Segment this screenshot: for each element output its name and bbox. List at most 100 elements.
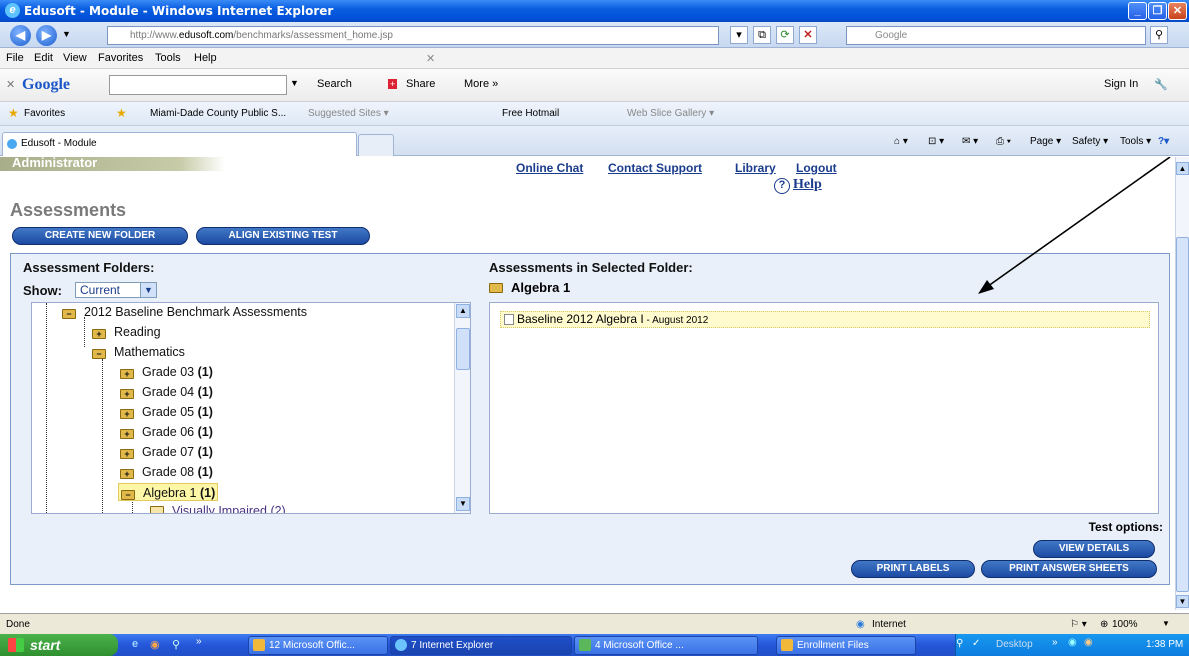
scroll-thumb[interactable]	[456, 328, 470, 370]
compatibility-icon[interactable]: ⧉	[753, 26, 771, 44]
back-button[interactable]: ◀	[10, 25, 31, 46]
tree-item-label: Algebra 1	[143, 486, 200, 500]
tree-item[interactable]: −2012 Baseline Benchmark Assessments	[62, 303, 307, 321]
forward-button[interactable]: ▶	[36, 25, 57, 46]
tree-item[interactable]: + Reading	[92, 323, 161, 341]
safety-menu[interactable]: Safety ▾	[1072, 136, 1108, 147]
zoom-dropdown-icon[interactable]: ▼	[1162, 619, 1170, 628]
google-sign-in[interactable]: Sign In	[1104, 78, 1138, 90]
tree-item[interactable]: + Grade 08 (1)	[120, 463, 213, 481]
tab-label: Edusoft - Module	[21, 138, 97, 149]
contact-support-link[interactable]: Contact Support	[608, 161, 702, 175]
fav-miami-dade[interactable]: Miami-Dade County Public S...	[150, 108, 286, 119]
create-new-folder-button[interactable]: CREATE NEW FOLDER	[12, 227, 188, 245]
tree-item[interactable]: + Grade 04 (1)	[120, 383, 213, 401]
folder-tree[interactable]: −2012 Baseline Benchmark Assessments + Re…	[31, 302, 471, 514]
menu-edit[interactable]: Edit	[34, 52, 53, 64]
fav-free-hotmail[interactable]: Free Hotmail	[502, 108, 559, 119]
task-microsoft-office[interactable]: 12 Microsoft Offic...	[248, 636, 388, 655]
print-icon[interactable]: ⎙ ▾	[996, 136, 1011, 147]
align-existing-test-button[interactable]: ALIGN EXISTING TEST	[196, 227, 370, 245]
page-scrollbar[interactable]: ▲ ▼	[1175, 157, 1189, 610]
fav-web-slice-gallery[interactable]: Web Slice Gallery ▾	[627, 108, 714, 119]
close-toolbar-icon[interactable]: ✕	[426, 52, 435, 65]
list-item[interactable]: Baseline 2012 Algebra I - August 2012	[500, 311, 1150, 328]
folder-expand-icon: +	[120, 409, 134, 419]
stop-button[interactable]: ✕	[799, 26, 817, 44]
protected-mode-icon[interactable]: ⚐ ▾	[1070, 619, 1087, 630]
favorites-button[interactable]: Favorites	[24, 108, 65, 119]
quicklaunch-more-icon[interactable]: »	[196, 636, 202, 647]
google-search-button[interactable]: Search	[317, 78, 352, 90]
maximize-button[interactable]: ❐	[1148, 2, 1167, 20]
window-title-bar[interactable]: e Edusoft - Module - Windows Internet Ex…	[0, 0, 1189, 22]
add-favorite-icon[interactable]: ★	[116, 106, 127, 120]
task-enrollment-files[interactable]: Enrollment Files	[776, 636, 916, 655]
start-button[interactable]: start	[0, 634, 118, 656]
tree-item[interactable]: + Grade 07 (1)	[120, 443, 213, 461]
task-microsoft-office-2[interactable]: 4 Microsoft Office ...	[574, 636, 758, 655]
mail-icon[interactable]: ✉ ▾	[962, 136, 978, 147]
menu-tools[interactable]: Tools	[155, 52, 181, 64]
new-tab-button[interactable]	[358, 134, 394, 156]
wrench-icon[interactable]: 🔧	[1154, 78, 1168, 91]
tray-expand-icon[interactable]: »	[1052, 637, 1058, 648]
feeds-icon[interactable]: ⊡ ▾	[928, 136, 944, 147]
tray-app-icon-2[interactable]: ◉	[1084, 637, 1093, 648]
scroll-up-icon[interactable]: ▲	[456, 304, 470, 318]
zoom-level[interactable]: 100%	[1112, 619, 1138, 630]
view-details-button[interactable]: VIEW DETAILS	[1033, 540, 1155, 558]
help-icon[interactable]: ?▾	[1158, 136, 1169, 147]
tools-menu[interactable]: Tools ▾	[1120, 136, 1151, 147]
search-box[interactable]: Google	[846, 26, 1146, 45]
page-scroll-down-icon[interactable]: ▼	[1176, 595, 1189, 608]
tree-item[interactable]: Visually Impaired (2)	[150, 502, 286, 513]
library-link[interactable]: Library	[735, 161, 776, 175]
url-input[interactable]: http://www.edusoft.com/benchmarks/assess…	[107, 26, 719, 45]
quicklaunch-ie-icon[interactable]: e	[132, 638, 138, 650]
tray-app-icon[interactable]: ◉	[1068, 637, 1077, 648]
minimize-button[interactable]: _	[1128, 2, 1147, 20]
url-dropdown-button[interactable]: ▾	[730, 26, 748, 44]
history-dropdown-icon[interactable]: ▼	[62, 29, 71, 39]
fav-suggested-sites[interactable]: Suggested Sites ▾	[308, 108, 389, 119]
desktop-toolbar[interactable]: Desktop	[996, 639, 1033, 650]
print-labels-button[interactable]: PRINT LABELS	[851, 560, 975, 578]
test-options-label: Test options:	[1088, 520, 1163, 534]
close-button[interactable]: ✕	[1168, 2, 1187, 20]
menu-file[interactable]: File	[6, 52, 24, 64]
page-scroll-up-icon[interactable]: ▲	[1176, 162, 1189, 175]
task-internet-explorer[interactable]: 7 Internet Explorer	[390, 636, 572, 655]
show-select[interactable]: Current ▼	[75, 282, 157, 298]
tree-item[interactable]: + Grade 05 (1)	[120, 403, 213, 421]
quicklaunch-search-icon[interactable]: ⚲	[172, 638, 180, 651]
scroll-down-icon[interactable]: ▼	[456, 497, 470, 511]
google-more-button[interactable]: More »	[464, 78, 498, 90]
close-google-bar-icon[interactable]: ✕	[6, 78, 15, 91]
search-button[interactable]: ⚲	[1150, 26, 1168, 44]
page-menu[interactable]: Page ▾	[1030, 136, 1061, 147]
tree-item[interactable]: + Grade 03 (1)	[120, 363, 213, 381]
tree-item[interactable]: − Mathematics	[92, 343, 185, 361]
globe-icon: ◉	[856, 619, 865, 630]
online-chat-link[interactable]: Online Chat	[516, 161, 583, 175]
tab-edusoft-module[interactable]: Edusoft - Module	[2, 132, 357, 156]
menu-help[interactable]: Help	[194, 52, 217, 64]
refresh-button[interactable]: ⟳	[776, 26, 794, 44]
home-icon[interactable]: ⌂ ▾	[894, 136, 908, 147]
help-link[interactable]: ? Help	[774, 177, 822, 194]
tree-scrollbar[interactable]: ▲ ▼	[454, 303, 470, 513]
tree-item[interactable]: + Grade 06 (1)	[120, 423, 213, 441]
quicklaunch-outlook-icon[interactable]: ◉	[150, 638, 160, 651]
google-dropdown-icon[interactable]: ▼	[290, 78, 299, 88]
google-share-button[interactable]: Share	[406, 78, 435, 90]
menu-favorites[interactable]: Favorites	[98, 52, 143, 64]
tray-network-icon[interactable]: ⚲	[956, 638, 963, 649]
tray-status-icon[interactable]: ✓	[972, 638, 980, 649]
print-answer-sheets-button[interactable]: PRINT ANSWER SHEETS	[981, 560, 1157, 578]
menu-view[interactable]: View	[63, 52, 87, 64]
tree-item-selected[interactable]: − Algebra 1 (1)	[118, 483, 219, 501]
logout-link[interactable]: Logout	[796, 161, 837, 175]
google-search-input[interactable]	[109, 75, 287, 95]
page-scroll-thumb[interactable]	[1176, 237, 1189, 592]
